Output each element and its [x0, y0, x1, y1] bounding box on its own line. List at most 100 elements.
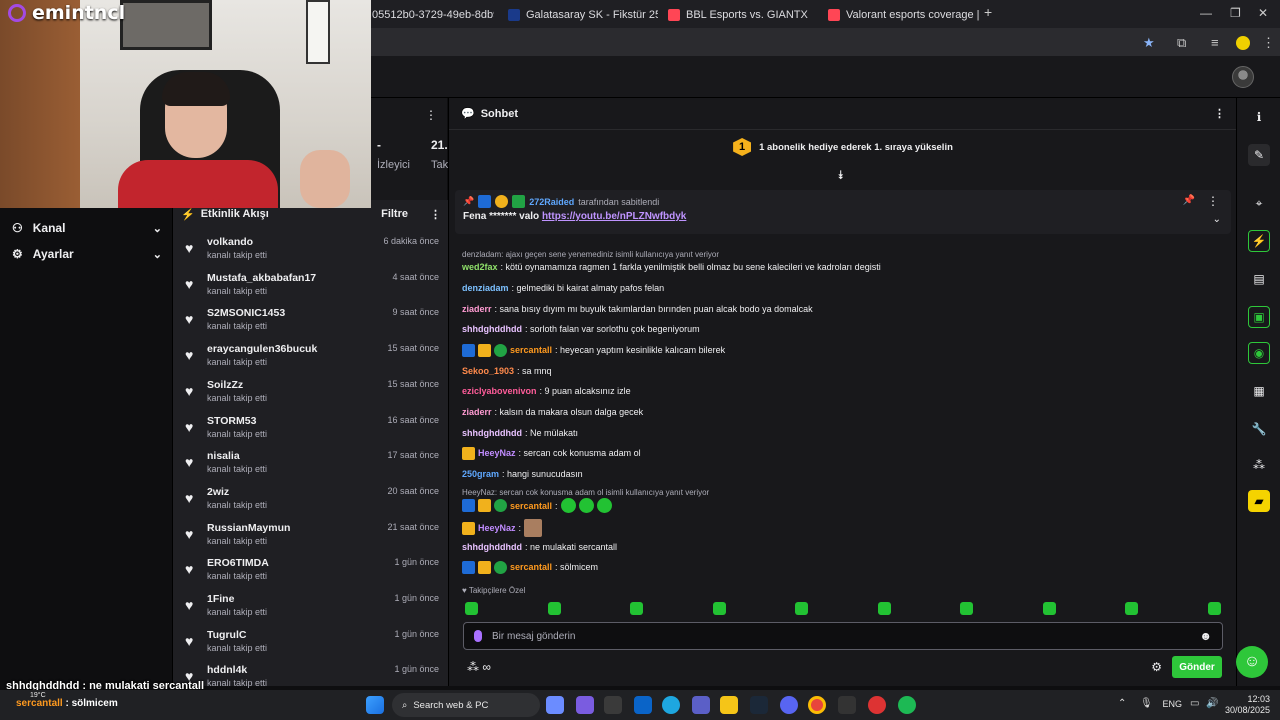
pencil-icon[interactable]: ✎ [1248, 144, 1270, 166]
emote-face-icon[interactable] [524, 519, 543, 537]
list-item[interactable]: ♥ Mustafa_akbabafan17 kanalı takip etti 4 s… [185, 272, 439, 304]
list-item[interactable]: ♥ volkando kanalı takip etti 6 dakika önce [185, 236, 439, 268]
follower-name[interactable]: eraycangulen36bucuk [207, 343, 317, 355]
store-icon[interactable] [604, 696, 622, 714]
emote-icon[interactable] [960, 602, 973, 615]
document-icon[interactable]: ▤ [1248, 268, 1270, 290]
discord-icon[interactable] [780, 696, 798, 714]
outlook-icon[interactable] [634, 696, 652, 714]
list-item[interactable]: ♥ STORM53 kanalı takip etti 16 saat önce [185, 415, 439, 447]
follower-name[interactable]: RussianMaymun [207, 522, 290, 534]
chat-username[interactable]: HeeyNaz [478, 446, 516, 460]
windows-start-icon[interactable] [366, 696, 384, 714]
sidebar-item-kanal[interactable]: ⚇ Kanal ⌄ [12, 218, 162, 238]
chevron-down-icon[interactable]: ⌄ [1213, 214, 1221, 225]
emote-icon[interactable] [578, 498, 594, 513]
volume-icon[interactable]: 🔊 [1206, 698, 1218, 709]
list-item[interactable]: ♥ eraycangulen36bucuk kanalı takip etti 15 … [185, 343, 439, 375]
chat-menu-icon[interactable]: ⋮ [1214, 107, 1225, 120]
valorant-icon[interactable] [868, 696, 886, 714]
follower-name[interactable]: S2MSONIC1453 [207, 307, 285, 319]
taskbar-search[interactable]: ⌕ Search web & PC [392, 693, 540, 717]
emote-picker-icon[interactable]: ☻ [1199, 629, 1212, 643]
list-item[interactable]: ♥ RussianMaymun kanalı takip etti 21 saat ö… [185, 522, 439, 554]
chevron-down-icon[interactable]: ⌄ [153, 248, 162, 261]
clapper-icon[interactable]: ▰ [1248, 490, 1270, 512]
steam-icon[interactable] [750, 696, 768, 714]
chat-username[interactable]: ziaderr [462, 302, 492, 316]
media-control-icon[interactable]: ≡ [1211, 35, 1219, 50]
emote-icon[interactable] [1042, 602, 1056, 615]
chat-username[interactable]: 250gram [462, 467, 499, 481]
browser-tab-active[interactable]: Valorant esports coverage | VLR✕ [820, 4, 980, 26]
tray-chevron-icon[interactable]: ⌃ [1118, 698, 1126, 709]
browser-tab[interactable]: Galatasaray SK - Fikstür 25/26 |✕ [500, 4, 658, 26]
pinned-user[interactable]: 272Raided [529, 197, 574, 207]
list-item[interactable]: ♥ ERO6TIMDA kanalı takip etti 1 gün önce [185, 557, 439, 589]
pinned-link[interactable]: https://youtu.be/nPLZNwfbdyk [542, 211, 686, 222]
list-item[interactable]: ♥ 2wiz kanalı takip etti 20 saat önce [185, 486, 439, 518]
reply-context[interactable]: HeeyNaz: sercan cok konusma adam ol isim… [462, 488, 709, 497]
chat-username[interactable]: shhdghddhdd [462, 540, 522, 554]
chevron-down-icon[interactable]: ⌄ [153, 222, 162, 235]
follower-name[interactable]: 2wiz [207, 486, 229, 498]
pinned-menu-icon[interactable]: ⋮ [1207, 194, 1219, 208]
emote-icon[interactable] [547, 602, 561, 615]
chat-input[interactable]: Bir mesaj gönderin ☻ [463, 622, 1223, 650]
network-icon[interactable]: ▭ [1190, 698, 1199, 709]
chat-username[interactable]: Sekoo_1903 [462, 364, 514, 378]
emote-icon[interactable] [795, 602, 808, 615]
chat-username[interactable]: sercantall [510, 499, 552, 513]
pinned-message[interactable]: 📌 272Raided tarafından sabitlendi Fena *… [455, 190, 1231, 234]
emote-icon[interactable] [712, 602, 726, 615]
emote-icon[interactable] [877, 602, 891, 615]
list-item[interactable]: ♥ TugrulC kanalı takip etti 1 gün önce [185, 629, 439, 661]
follower-name[interactable]: Mustafa_akbabafan17 [207, 272, 316, 284]
chat-username[interactable]: HeeyNaz [478, 521, 516, 535]
browser-tab[interactable]: 05512b0-3729-49eb-8db9-27✕ [364, 4, 494, 26]
layout-icon[interactable]: ▦ [1248, 380, 1270, 402]
broadcast-icon[interactable]: ◉ [1248, 342, 1270, 364]
info-icon[interactable]: ℹ [1248, 106, 1270, 128]
chat-username[interactable]: ziaderr [462, 405, 492, 419]
follower-name[interactable]: volkando [207, 236, 253, 248]
chat-username[interactable]: wed2fax [462, 260, 498, 274]
chat-username[interactable]: shhdghddhdd [462, 426, 522, 440]
mic-icon[interactable] [474, 630, 482, 642]
activity-menu-icon[interactable]: ⋮ [430, 208, 441, 221]
close-window-icon[interactable]: ✕ [1258, 6, 1268, 20]
focus-icon[interactable]: ⌖ [1248, 192, 1270, 214]
system-clock[interactable]: 12:03 30/08/2025 [1225, 694, 1270, 716]
teams-icon[interactable] [692, 696, 710, 714]
emote-icon[interactable] [596, 498, 612, 513]
gift-sub-banner[interactable]: 1 1 abonelik hediye ederek 1. sıraya yük… [449, 134, 1237, 160]
copilot-icon[interactable] [546, 696, 564, 714]
restore-icon[interactable]: ❐ [1230, 6, 1241, 20]
follower-name[interactable]: SoilzZz [207, 379, 243, 391]
wrench-icon[interactable]: 🔧 [1248, 418, 1270, 440]
sidebar-item-ayarlar[interactable]: ⚙ Ayarlar ⌄ [12, 244, 162, 264]
chat-username[interactable]: ezicIyabovenivon [462, 384, 537, 398]
browser-menu-icon[interactable]: ⋮ [1262, 35, 1275, 51]
emote-icon[interactable] [560, 498, 576, 513]
extensions-icon[interactable]: ⧉ [1177, 35, 1186, 51]
send-button[interactable]: Gönder [1172, 656, 1222, 678]
language-indicator[interactable]: ENG [1162, 699, 1182, 709]
follower-name[interactable]: ERO6TIMDA [207, 557, 269, 569]
chat-username[interactable]: denziadam [462, 281, 509, 295]
unpin-icon[interactable]: 📌 [1183, 195, 1195, 206]
list-item[interactable]: ♥ nisalia kanalı takip etti 17 saat önce [185, 450, 439, 482]
emote-icon[interactable] [1125, 602, 1138, 615]
chat-username[interactable]: sercantall [510, 343, 552, 357]
profile-icon[interactable] [1236, 36, 1250, 50]
avatar[interactable] [1232, 66, 1254, 88]
chat-tools-icon[interactable]: ⁂ ∞ [467, 660, 491, 674]
new-tab-icon[interactable]: + [984, 4, 992, 20]
chat-bubble-icon[interactable]: ▣ [1248, 306, 1270, 328]
chat-username[interactable]: shhdghddhdd [462, 322, 522, 336]
expand-arrow-icon[interactable]: ⯯ [837, 168, 844, 183]
follower-name[interactable]: nisalia [207, 450, 240, 462]
edge-icon[interactable] [662, 696, 680, 714]
lightning-icon[interactable]: ⚡ [1248, 230, 1270, 252]
app-icon[interactable] [576, 696, 594, 714]
